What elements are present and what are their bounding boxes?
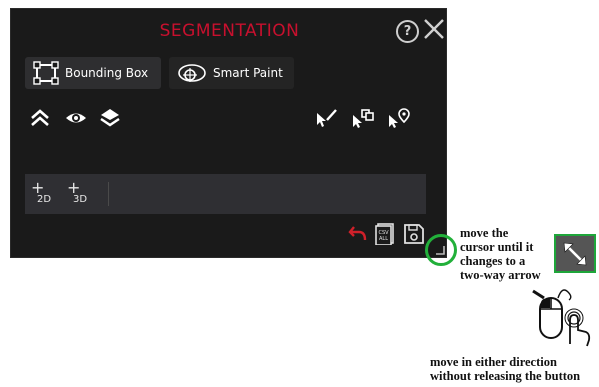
resize-instruction: move the cursor until it changes to a tw… [460,226,555,282]
add-2d-plus: + [31,178,45,197]
smart-paint-icon [178,64,206,82]
resize-highlight-circle [425,234,457,266]
resize-instruction-line: cursor until it [460,240,534,254]
tab-bounding-box-label: Bounding Box [65,66,149,80]
dimension-bar: + 2D + 3D [25,174,426,214]
drag-instruction: move in either direction without releasi… [430,355,599,383]
undo-icon[interactable] [348,223,368,243]
two-way-arrow-icon [563,242,587,266]
close-icon[interactable] [422,17,446,41]
pen-cursor-icon[interactable] [315,107,339,129]
resize-instruction-line: changes to a [460,254,526,268]
tab-smart-paint[interactable]: Smart Paint [169,57,294,89]
resize-instruction-line: move the [460,226,509,240]
add-2d-label: 2D [37,194,52,205]
save-icon[interactable] [403,223,425,245]
copy-cursor-icon[interactable] [351,107,375,129]
add-3d-button[interactable]: + 3D [67,178,88,205]
cursor-toolbar [311,107,421,129]
tab-bounding-box[interactable]: Bounding Box [25,57,161,89]
csv-all-icon[interactable]: CSV ALL [375,223,395,245]
bounding-box-icon [33,61,59,85]
tab-smart-paint-label: Smart Paint [213,66,283,80]
add-3d-plus: + [67,178,81,197]
divider [108,182,109,206]
help-icon[interactable]: ? [396,20,419,43]
svg-text:ALL: ALL [379,236,388,242]
panel-title: SEGMENTATION [159,21,300,41]
drag-instruction-line: move in either direction [430,355,557,369]
two-way-arrow-example [554,234,596,273]
pin-cursor-icon[interactable] [387,107,411,129]
resize-instruction-line: two-way arrow [460,268,541,282]
drag-instruction-line: without releasing the button [430,369,581,383]
add-3d-label: 3D [73,194,88,205]
layers-icon[interactable] [99,107,121,129]
segmentation-panel: SEGMENTATION ? Bounding Box Smart Paint [10,8,447,258]
add-2d-button[interactable]: + 2D [31,178,52,205]
eye-icon[interactable] [65,107,87,129]
collapse-icon[interactable] [29,107,51,129]
view-toolbar [29,107,139,129]
mouse-click-illustration [532,289,591,347]
